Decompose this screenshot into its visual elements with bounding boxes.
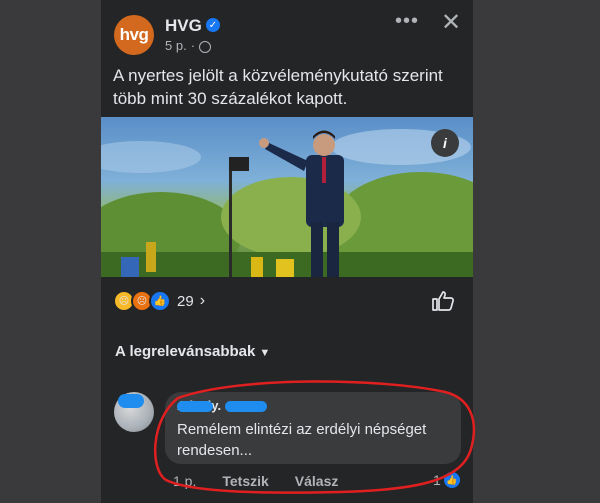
comment-actions: 1 p. Tetszik Válasz	[173, 473, 338, 489]
comment-time: 1 p.	[173, 473, 197, 489]
more-icon[interactable]: •••	[395, 10, 419, 33]
post-header: hvg HVG ✓ 5 p. · ••• ✕	[101, 0, 473, 62]
globe-icon	[199, 40, 212, 53]
post-caption: A nyertes jelölt a közvéleménykutató sze…	[113, 66, 443, 108]
close-icon[interactable]: ✕	[441, 8, 461, 37]
comment-sort-dropdown[interactable]: A legrelevánsabbak ▼	[115, 343, 270, 360]
post-time[interactable]: 5 p.	[165, 38, 187, 53]
facebook-post-view: hvg HVG ✓ 5 p. · ••• ✕ A nyertes jelölt …	[101, 0, 473, 503]
post-photo[interactable]: i	[101, 117, 473, 277]
reaction-summary[interactable]: ☹ ☹ 👍 29 ›	[113, 290, 205, 312]
like-icon[interactable]	[431, 290, 455, 312]
chevron-right-icon: ›	[199, 292, 206, 309]
blur-redaction	[225, 401, 267, 412]
blur-redaction	[118, 394, 144, 408]
photo-illustration	[101, 129, 473, 277]
like-reaction-icon: 👍	[443, 472, 460, 488]
commenter-avatar[interactable]	[114, 392, 154, 432]
chevron-down-icon: ▼	[259, 347, 271, 359]
page-avatar[interactable]: hvg	[114, 15, 154, 55]
comment-reply-button[interactable]: Válasz	[295, 473, 339, 489]
comment-like-button[interactable]: Tetszik	[222, 473, 268, 489]
blur-redaction	[177, 401, 213, 412]
like-reaction-icon: 👍	[149, 290, 171, 312]
verified-icon: ✓	[206, 18, 220, 32]
post-meta: 5 p. ·	[165, 38, 212, 53]
comment-text: Remélem elintézi az erdélyi népséget ren…	[177, 421, 427, 459]
info-icon[interactable]: i	[431, 129, 459, 157]
comment-bubble: A ka ly. Remélem elintézi az erdélyi nép…	[165, 392, 461, 464]
reaction-count: 29	[177, 292, 194, 310]
comment-like-count[interactable]: 1 👍	[433, 472, 460, 488]
page-name[interactable]: HVG	[165, 16, 202, 36]
sort-label: A legrelevánsabbak	[115, 343, 256, 360]
